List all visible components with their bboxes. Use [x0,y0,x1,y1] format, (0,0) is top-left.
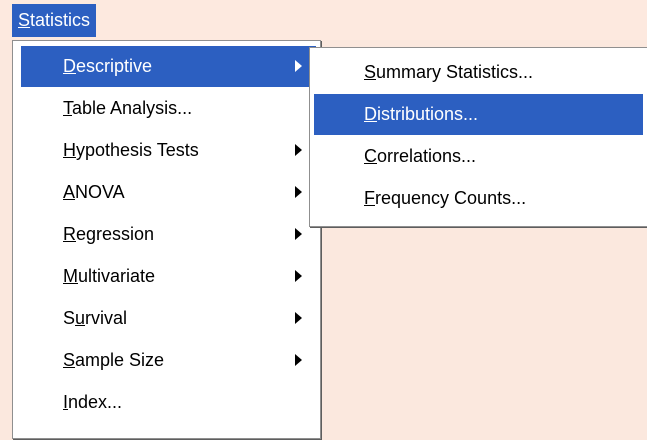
menu-item-regression[interactable]: Regression [21,214,316,255]
descriptive-submenu: Summary Statistics... Distributions... C… [309,47,647,227]
label-rest: requency Counts... [375,188,527,208]
submenu-item-summary-statistics-label: Summary Statistics... [364,52,533,93]
submenu-item-distributions[interactable]: Distributions... [314,94,643,135]
label-accelerator: F [364,188,375,208]
label-rest: rvival [85,308,128,328]
submenu-item-distributions-label: Distributions... [364,94,478,135]
label-accelerator: S [364,62,377,82]
label-rest: egression [76,224,155,244]
menu-item-anova-label: ANOVA [63,172,125,213]
submenu-item-correlations[interactable]: Correlations... [314,136,643,177]
menu-item-survival-label: Survival [63,298,127,339]
label-rest: ndex... [68,392,123,412]
label-rest: ultivariate [78,266,156,286]
submenu-arrow-icon [295,354,302,366]
label-accelerator: M [63,266,78,286]
label-rest: orrelations... [377,146,477,166]
menu-statistics[interactable]: Statistics [12,4,97,37]
menu-item-regression-label: Regression [63,214,154,255]
submenu-item-correlations-label: Correlations... [364,136,476,177]
label-accelerator: D [63,56,76,76]
menu-item-hypothesis-tests-label: Hypothesis Tests [63,130,199,171]
label-accelerator: u [75,308,86,328]
menu-item-table-analysis[interactable]: Table Analysis... [21,88,316,129]
menu-item-index-label: Index... [63,382,122,423]
menu-item-multivariate[interactable]: Multivariate [21,256,316,297]
label-prefix: S [63,308,76,328]
label-accelerator: S [63,350,76,370]
submenu-arrow-icon [295,270,302,282]
label-accelerator: T [63,98,72,118]
submenu-arrow-icon [295,312,302,324]
label-accelerator: C [364,146,377,166]
label-rest: able Analysis... [72,98,193,118]
submenu-item-summary-statistics[interactable]: Summary Statistics... [314,52,643,93]
submenu-item-frequency-counts[interactable]: Frequency Counts... [314,178,643,219]
submenu-arrow-icon [295,60,302,72]
label-rest: ample Size [75,350,165,370]
menu-item-descriptive-label: Descriptive [63,46,152,87]
menu-statistics-label: tatistics [30,10,91,30]
menu-item-table-analysis-label: Table Analysis... [63,88,192,129]
submenu-arrow-icon [295,144,302,156]
submenu-item-frequency-counts-label: Frequency Counts... [364,178,526,219]
statistics-dropdown-menu: Descriptive Table Analysis... Hypothesis… [12,40,321,439]
label-rest: ummary Statistics... [376,62,534,82]
label-accelerator: D [364,104,377,124]
label-accelerator: A [63,182,76,202]
menu-item-multivariate-label: Multivariate [63,256,155,297]
menu-item-sample-size[interactable]: Sample Size [21,340,316,381]
label-rest: ypothesis Tests [76,140,199,160]
submenu-arrow-icon [295,186,302,198]
menu-item-index[interactable]: Index... [21,382,316,423]
submenu-arrow-icon [295,228,302,240]
menu-item-hypothesis-tests[interactable]: Hypothesis Tests [21,130,316,171]
label-accelerator: H [63,140,76,160]
label-rest: escriptive [76,56,153,76]
label-accelerator: R [63,224,76,244]
menu-item-descriptive[interactable]: Descriptive [21,46,316,87]
menu-item-survival[interactable]: Survival [21,298,316,339]
label-rest: istributions... [377,104,479,124]
menu-item-anova[interactable]: ANOVA [21,172,316,213]
menu-statistics-accel: S [18,10,31,30]
label-rest: NOVA [75,182,125,202]
menu-bar: Statistics [0,0,647,40]
menu-item-sample-size-label: Sample Size [63,340,164,381]
